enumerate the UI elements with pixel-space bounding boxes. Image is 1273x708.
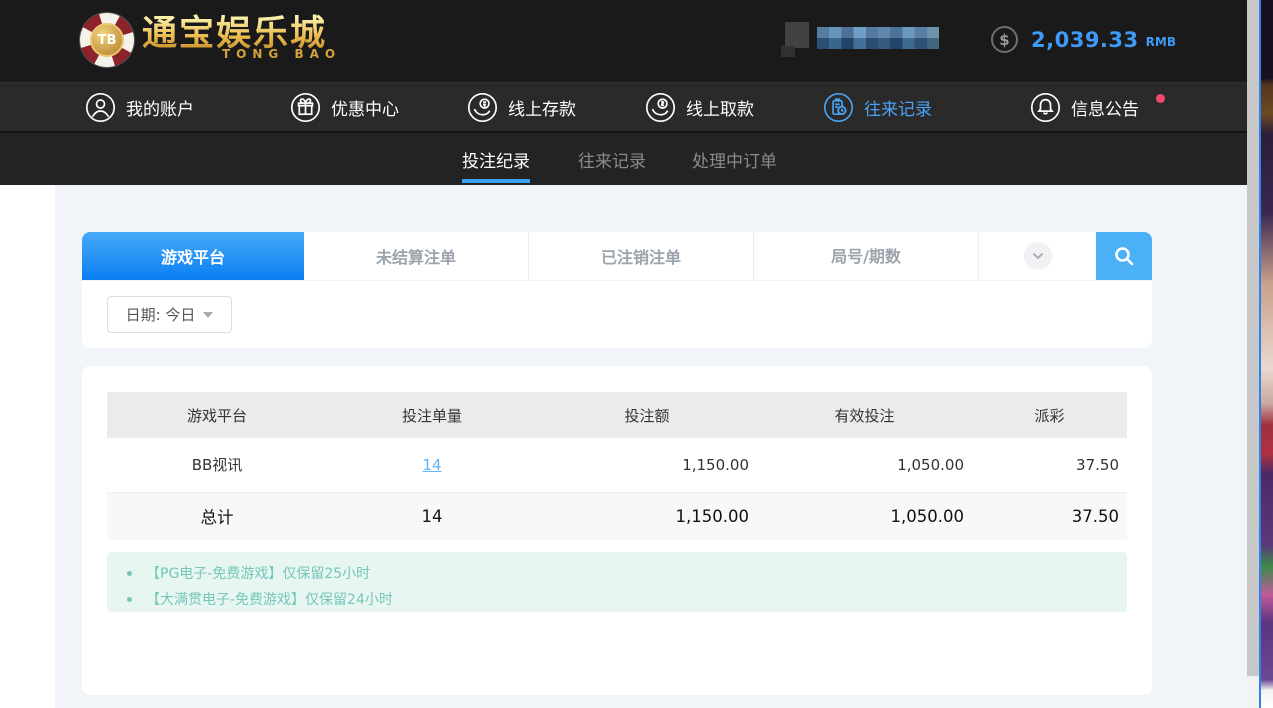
note-text: 【PG电子-免费游戏】仅保留25小时 bbox=[146, 563, 370, 583]
site-logo[interactable]: TB 通宝娱乐城 TONG BAO bbox=[80, 13, 341, 67]
filter-card: 游戏平台 未结算注单 已注销注单 bbox=[82, 232, 1152, 348]
subtab-label: 处理中订单 bbox=[692, 147, 777, 172]
total-valid: 1,050.00 bbox=[757, 492, 972, 540]
betting-summary-table: 游戏平台 投注单量 投注额 有效投注 派彩 BB视讯 14 1,150.00 1… bbox=[107, 392, 1127, 540]
bell-icon bbox=[1030, 92, 1061, 123]
nav-item-promotions[interactable]: 优惠中心 bbox=[290, 83, 399, 131]
col-header-payout: 派彩 bbox=[972, 392, 1127, 438]
top-header: TB 通宝娱乐城 TONG BAO $ 2,039.33 RMB bbox=[0, 0, 1247, 82]
caret-down-icon bbox=[203, 312, 213, 318]
nav-label: 优惠中心 bbox=[331, 95, 399, 120]
search-button[interactable] bbox=[1096, 232, 1152, 280]
note-text: 【大满贯电子-免费游戏】仅保留24小时 bbox=[146, 589, 393, 609]
col-header-valid: 有效投注 bbox=[757, 392, 972, 438]
filter-tab-unsettled[interactable]: 未结算注单 bbox=[304, 232, 529, 280]
nav-item-announcements[interactable]: 信息公告 bbox=[1030, 83, 1139, 131]
filter-tab-label: 未结算注单 bbox=[376, 244, 456, 268]
search-icon bbox=[1112, 244, 1136, 268]
expand-dropdown-button[interactable] bbox=[979, 232, 1096, 280]
nav-item-withdraw[interactable]: 线上取款 bbox=[645, 83, 754, 131]
results-card: 游戏平台 投注单量 投注额 有效投注 派彩 BB视讯 14 1,150.00 1… bbox=[82, 366, 1152, 695]
filter-tabs: 游戏平台 未结算注单 已注销注单 bbox=[82, 232, 1152, 281]
censored-block bbox=[781, 46, 795, 57]
filter-tab-label: 游戏平台 bbox=[161, 244, 225, 268]
nav-item-my-account[interactable]: 我的账户 bbox=[85, 83, 194, 131]
round-number-input[interactable] bbox=[754, 232, 978, 280]
main-nav: 我的账户 优惠中心 线上存款 线上取款 bbox=[0, 82, 1247, 133]
gift-icon bbox=[290, 92, 321, 123]
nav-item-deposit[interactable]: 线上存款 bbox=[467, 83, 576, 131]
cell-amount: 1,150.00 bbox=[537, 438, 757, 492]
total-amount: 1,150.00 bbox=[537, 492, 757, 540]
subtab-label: 投注纪录 bbox=[462, 147, 530, 172]
col-header-amount: 投注额 bbox=[537, 392, 757, 438]
total-label: 总计 bbox=[107, 492, 327, 540]
date-filter-button[interactable]: 日期: 今日 bbox=[107, 296, 232, 333]
betting-records-page: TB 通宝娱乐城 TONG BAO $ 2,039.33 RMB 我的账户 bbox=[0, 0, 1273, 708]
bullet-icon bbox=[127, 571, 132, 576]
table-header-row: 游戏平台 投注单量 投注额 有效投注 派彩 bbox=[107, 392, 1127, 438]
cell-valid: 1,050.00 bbox=[757, 438, 972, 492]
cell-payout: 37.50 bbox=[972, 438, 1127, 492]
col-header-platform: 游戏平台 bbox=[107, 392, 327, 438]
content-area: 游戏平台 未结算注单 已注销注单 bbox=[55, 185, 1247, 708]
records-icon bbox=[823, 92, 854, 123]
table-total-row: 总计 14 1,150.00 1,050.00 37.50 bbox=[107, 492, 1127, 540]
filter-tab-cancelled[interactable]: 已注销注单 bbox=[529, 232, 754, 280]
col-header-count: 投注单量 bbox=[327, 392, 537, 438]
nav-label: 我的账户 bbox=[126, 95, 194, 120]
nav-label: 线上存款 bbox=[508, 95, 576, 120]
filter-tab-label: 已注销注单 bbox=[601, 244, 681, 268]
subtab-label: 往来记录 bbox=[578, 147, 646, 172]
bullet-icon bbox=[127, 597, 132, 602]
censored-block bbox=[785, 22, 809, 48]
background-window-sliver bbox=[1259, 0, 1273, 708]
notes-box: 【PG电子-免费游戏】仅保留25小时 【大满贯电子-免费游戏】仅保留24小时 bbox=[107, 552, 1127, 612]
account-balance: $ 2,039.33 RMB bbox=[991, 26, 1176, 53]
balance-currency: RMB bbox=[1146, 35, 1176, 49]
nav-label: 信息公告 bbox=[1071, 95, 1139, 120]
table-row: BB视讯 14 1,150.00 1,050.00 37.50 bbox=[107, 438, 1127, 492]
nav-label: 线上取款 bbox=[686, 95, 754, 120]
user-icon bbox=[85, 92, 116, 123]
nav-label: 往来记录 bbox=[864, 95, 932, 120]
subtab-betting-records[interactable]: 投注纪录 bbox=[462, 133, 530, 185]
total-count: 14 bbox=[327, 492, 537, 540]
dollar-icon: $ bbox=[991, 26, 1018, 53]
sub-nav: 投注纪录 往来记录 处理中订单 bbox=[0, 133, 1247, 185]
note-item: 【大满贯电子-免费游戏】仅保留24小时 bbox=[121, 586, 1127, 612]
subtab-transaction-records[interactable]: 往来记录 bbox=[578, 133, 646, 185]
balance-amount: 2,039.33 bbox=[1031, 28, 1139, 52]
note-item: 【PG电子-免费游戏】仅保留25小时 bbox=[121, 560, 1127, 586]
date-filter-label: 日期: 今日 bbox=[126, 304, 196, 325]
filter-tab-game-platform[interactable]: 游戏平台 bbox=[82, 232, 304, 280]
censored-username bbox=[817, 27, 939, 49]
chip-label: TB bbox=[90, 23, 124, 57]
total-payout: 37.50 bbox=[972, 492, 1127, 540]
poker-chip-icon: TB bbox=[80, 13, 134, 67]
chevron-down-icon bbox=[1024, 242, 1052, 270]
deposit-icon bbox=[467, 92, 498, 123]
notification-dot bbox=[1156, 94, 1165, 103]
withdraw-icon bbox=[645, 92, 676, 123]
vertical-scrollbar[interactable] bbox=[1247, 0, 1259, 708]
scrollbar-thumb[interactable] bbox=[1247, 0, 1259, 676]
bet-count-link[interactable]: 14 bbox=[422, 456, 441, 474]
round-input-cell bbox=[754, 232, 979, 280]
cell-platform: BB视讯 bbox=[107, 438, 327, 492]
subtab-processing-orders[interactable]: 处理中订单 bbox=[692, 133, 777, 185]
nav-item-transaction-records[interactable]: 往来记录 bbox=[823, 83, 932, 131]
